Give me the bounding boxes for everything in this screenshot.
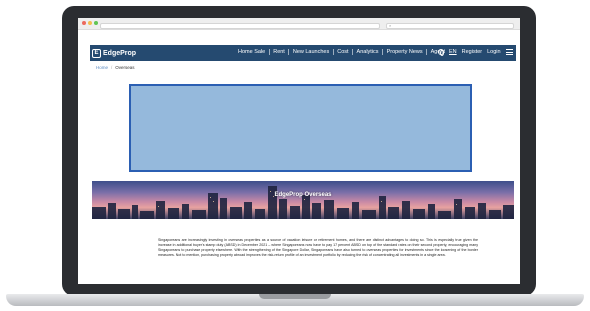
city-skyline-image (92, 186, 514, 219)
logo-mark: E (92, 48, 101, 58)
menu-item-rent[interactable]: Rent (273, 49, 285, 55)
breadcrumb: Home / Overseas (96, 65, 135, 70)
main-menu: Home Sale Rent New Launches Cost Analyti… (238, 49, 445, 55)
menu-divider (382, 49, 384, 55)
menu-item-new-launches[interactable]: New Launches (293, 49, 329, 55)
menu-divider (332, 49, 334, 55)
banner-title: EdgeProp Overseas (274, 192, 332, 198)
breadcrumb-current: Overseas (115, 65, 135, 70)
login-link[interactable]: Login (487, 49, 500, 55)
browser-chrome: ⌕ (78, 18, 520, 30)
menu-item-home-sale[interactable]: Home Sale (238, 49, 265, 55)
menu-item-analytics[interactable]: Analytics (357, 49, 379, 55)
globe-icon[interactable] (438, 49, 444, 56)
menu-divider (352, 49, 354, 55)
intro-paragraph: Singaporeans are increasingly investing … (158, 238, 478, 258)
menu-item-cost[interactable]: Cost (337, 49, 348, 55)
site-header: E EdgeProp Home Sale Rent New Launches C… (90, 45, 516, 61)
maximize-window-dot[interactable] (94, 21, 98, 25)
search-icon: ⌕ (389, 23, 392, 28)
register-link[interactable]: Register (462, 49, 482, 55)
hamburger-menu-icon[interactable] (505, 49, 513, 55)
menu-divider (288, 49, 290, 55)
minimize-window-dot[interactable] (88, 21, 92, 25)
browser-search-bar[interactable]: ⌕ (386, 23, 514, 29)
ad-placeholder[interactable] (129, 84, 472, 172)
hero-banner: EdgeProp Overseas (92, 181, 514, 219)
menu-divider (268, 49, 270, 55)
header-tools: EN Register Login (438, 49, 513, 56)
breadcrumb-home-link[interactable]: Home (96, 65, 108, 70)
logo-text: EdgeProp (103, 49, 137, 57)
language-selector[interactable]: EN (449, 49, 457, 55)
address-bar[interactable] (100, 23, 380, 29)
close-window-dot[interactable] (82, 21, 86, 25)
site-logo[interactable]: E EdgeProp (92, 48, 136, 58)
laptop-screen: ⌕ E EdgeProp Home Sale Rent New Launches… (78, 18, 520, 284)
laptop-notch (259, 294, 331, 299)
menu-divider (426, 49, 428, 55)
breadcrumb-separator: / (111, 65, 113, 70)
menu-item-property-news[interactable]: Property News (387, 49, 423, 55)
